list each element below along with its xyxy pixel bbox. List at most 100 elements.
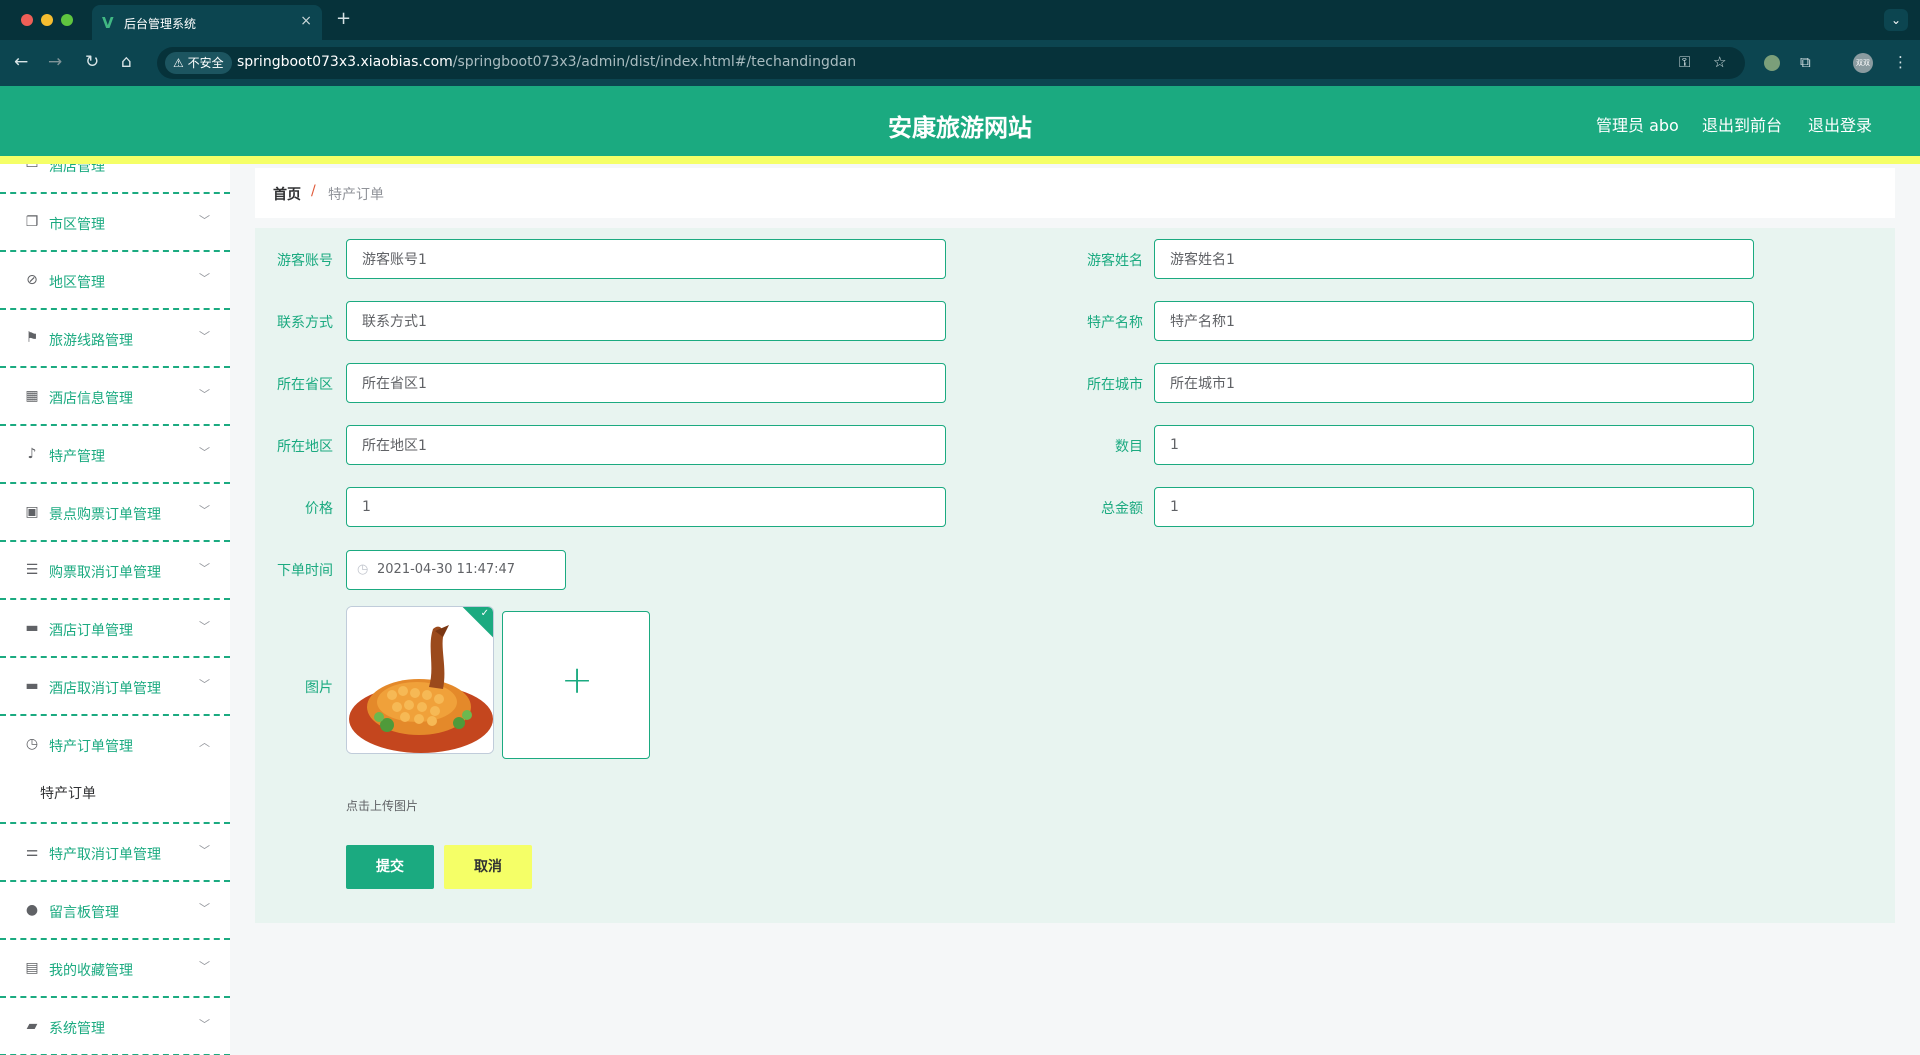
monitor-icon: ▬ — [25, 620, 39, 636]
header-accent-strip — [0, 156, 1920, 164]
tab-search-chevron-icon[interactable]: ⌄ — [1884, 9, 1908, 31]
visitor-name-input[interactable] — [1154, 239, 1754, 279]
back-arrow-icon[interactable]: ← — [14, 52, 28, 72]
sidebar-item-ticket-cancel[interactable]: ☰ 购票取消订单管理 ﹀ — [0, 542, 230, 600]
sidebar-item-hotel-cancel[interactable]: ▬ 酒店取消订单管理 ﹀ — [0, 658, 230, 716]
minimize-window-button[interactable] — [41, 14, 53, 26]
insecure-badge[interactable]: ⚠ 不安全 — [165, 52, 232, 74]
browser-tab[interactable]: V 后台管理系统 × — [92, 5, 322, 40]
city-label: 所在城市 — [1087, 377, 1143, 393]
extensions-icon[interactable]: ⧉ — [1800, 53, 1811, 71]
flag-icon: ⚑ — [25, 330, 39, 346]
chevron-up-icon: ︿ — [199, 736, 210, 749]
vue-logo-icon: V — [102, 14, 114, 32]
admin-user-label: 管理员 abo — [1596, 116, 1679, 135]
visitor-account-input[interactable] — [346, 239, 946, 279]
order-time-picker[interactable]: ◷ 2021-04-30 11:47:47 — [346, 550, 566, 590]
sidebar-item-label: 我的收藏管理 — [49, 963, 133, 979]
contact-label: 联系方式 — [277, 315, 333, 331]
bell-off-icon: ⊘ — [26, 272, 38, 288]
chevron-down-icon: ﹀ — [199, 1018, 210, 1031]
submenu-item-label: 特产订单 — [40, 786, 96, 802]
address-bar[interactable]: ⚠ 不安全 springboot073x3.xiaobias.com/sprin… — [157, 47, 1745, 79]
document-icon: ▤ — [25, 960, 39, 976]
chevron-down-icon: ﹀ — [199, 330, 210, 343]
chevron-down-icon: ﹀ — [199, 446, 210, 459]
contact-input[interactable] — [346, 301, 946, 341]
sidebar-item-label: 酒店管理 — [49, 164, 105, 175]
logout-link[interactable]: 退出登录 — [1808, 112, 1872, 136]
sidebar-item-hotel[interactable]: ▭ 酒店管理 — [0, 164, 230, 194]
menu-kebab-icon[interactable]: ⋮ — [1893, 53, 1908, 71]
maximize-window-button[interactable] — [61, 14, 73, 26]
list-icon: ☰ — [25, 562, 39, 578]
check-icon: ✓ — [480, 608, 489, 619]
exit-to-front-link[interactable]: 退出到前台 — [1702, 112, 1782, 136]
visitor-account-label: 游客账号 — [277, 253, 333, 269]
sidebar-item-label: 购票取消订单管理 — [49, 565, 161, 581]
breadcrumb-separator: / — [311, 183, 316, 199]
specialty-name-input[interactable] — [1154, 301, 1754, 341]
total-amount-input[interactable] — [1154, 487, 1754, 527]
specialty-dish-image — [347, 607, 493, 753]
sidebar-item-region[interactable]: ⊘ 地区管理 ﹀ — [0, 252, 230, 310]
sidebar-item-message-board[interactable]: ● 留言板管理 ﹀ — [0, 882, 230, 940]
price-input[interactable] — [346, 487, 946, 527]
sidebar-item-city[interactable]: ❐ 市区管理 ﹀ — [0, 194, 230, 252]
extension-icon[interactable] — [1764, 55, 1780, 71]
province-input[interactable] — [346, 363, 946, 403]
sidebar-item-label: 特产管理 — [49, 449, 105, 465]
chevron-down-icon: ﹀ — [199, 388, 210, 401]
bookmark-star-icon[interactable]: ☆ — [1713, 53, 1726, 71]
sidebar-item-hotel-order[interactable]: ▬ 酒店订单管理 ﹀ — [0, 600, 230, 658]
url-host: springboot073x3.xiaobias.com — [237, 54, 453, 70]
copy-icon: ❐ — [25, 214, 39, 230]
quantity-input[interactable] — [1154, 425, 1754, 465]
cancel-button[interactable]: 取消 — [444, 845, 532, 889]
password-key-icon[interactable]: ⚿ — [1679, 53, 1690, 71]
tab-close-icon[interactable]: × — [300, 13, 312, 29]
profile-avatar[interactable]: 双双 — [1853, 53, 1873, 73]
url-text: springboot073x3.xiaobias.com/springboot0… — [237, 54, 856, 70]
chevron-down-icon: ﹀ — [199, 272, 210, 285]
reload-icon[interactable]: ↻ — [85, 52, 99, 72]
visitor-name-label: 游客姓名 — [1087, 253, 1143, 269]
sidebar-item-favorites[interactable]: ▤ 我的收藏管理 ﹀ — [0, 940, 230, 998]
chevron-down-icon: ﹀ — [199, 214, 210, 227]
sidebar-item-hotel-info[interactable]: ▦ 酒店信息管理 ﹀ — [0, 368, 230, 426]
submenu-item-specialty-order[interactable]: 特产订单 — [0, 768, 230, 818]
uploaded-image-thumbnail[interactable]: ✓ — [346, 606, 494, 754]
chevron-down-icon: ﹀ — [199, 562, 210, 575]
browser-tab-bar: V 后台管理系统 × + ⌄ — [0, 0, 1920, 40]
breadcrumb-home[interactable]: 首页 — [273, 184, 301, 204]
total-amount-label: 总金额 — [1101, 501, 1143, 517]
city-input[interactable] — [1154, 363, 1754, 403]
sidebar-item-route[interactable]: ⚑ 旅游线路管理 ﹀ — [0, 310, 230, 368]
sidebar-item-system[interactable]: ▰ 系统管理 ﹀ — [0, 998, 230, 1055]
sidebar-item-specialty[interactable]: ♪ 特产管理 ﹀ — [0, 426, 230, 484]
home-icon[interactable]: ⌂ — [121, 52, 132, 72]
upload-tip: 点击上传图片 — [346, 799, 419, 813]
close-window-button[interactable] — [21, 14, 33, 26]
sidebar-item-label: 酒店订单管理 — [49, 623, 133, 639]
sidebar-item-specialty-order[interactable]: ◷ 特产订单管理 ︿ 特产订单 — [0, 716, 230, 824]
image-label: 图片 — [305, 680, 333, 696]
image-upload-button[interactable]: + — [502, 611, 650, 759]
sidebar-item-ticket-order[interactable]: ▣ 景点购票订单管理 ﹀ — [0, 484, 230, 542]
sidebar: ▭ 酒店管理 ❐ 市区管理 ﹀ ⊘ 地区管理 ﹀ ⚑ 旅游线路管理 ﹀ ▦ 酒店… — [0, 164, 230, 1055]
new-tab-icon[interactable]: + — [336, 8, 351, 29]
forward-arrow-icon[interactable]: → — [48, 52, 62, 72]
sidebar-item-label: 酒店信息管理 — [49, 391, 133, 407]
sidebar-item-label: 酒店取消订单管理 — [49, 681, 161, 697]
tab-title: 后台管理系统 — [124, 17, 197, 31]
breadcrumb: 首页 / 特产订单 — [255, 168, 1895, 218]
sidebar-item-specialty-cancel[interactable]: ⚌ 特产取消订单管理 ﹀ — [0, 824, 230, 882]
province-label: 所在省区 — [277, 377, 333, 393]
chevron-down-icon: ﹀ — [199, 844, 210, 857]
district-input[interactable] — [346, 425, 946, 465]
chevron-down-icon: ﹀ — [199, 620, 210, 633]
submit-button[interactable]: 提交 — [346, 845, 434, 889]
quantity-label: 数目 — [1115, 439, 1143, 455]
price-label: 价格 — [305, 501, 333, 517]
sidebar-item-label: 系统管理 — [49, 1021, 105, 1037]
